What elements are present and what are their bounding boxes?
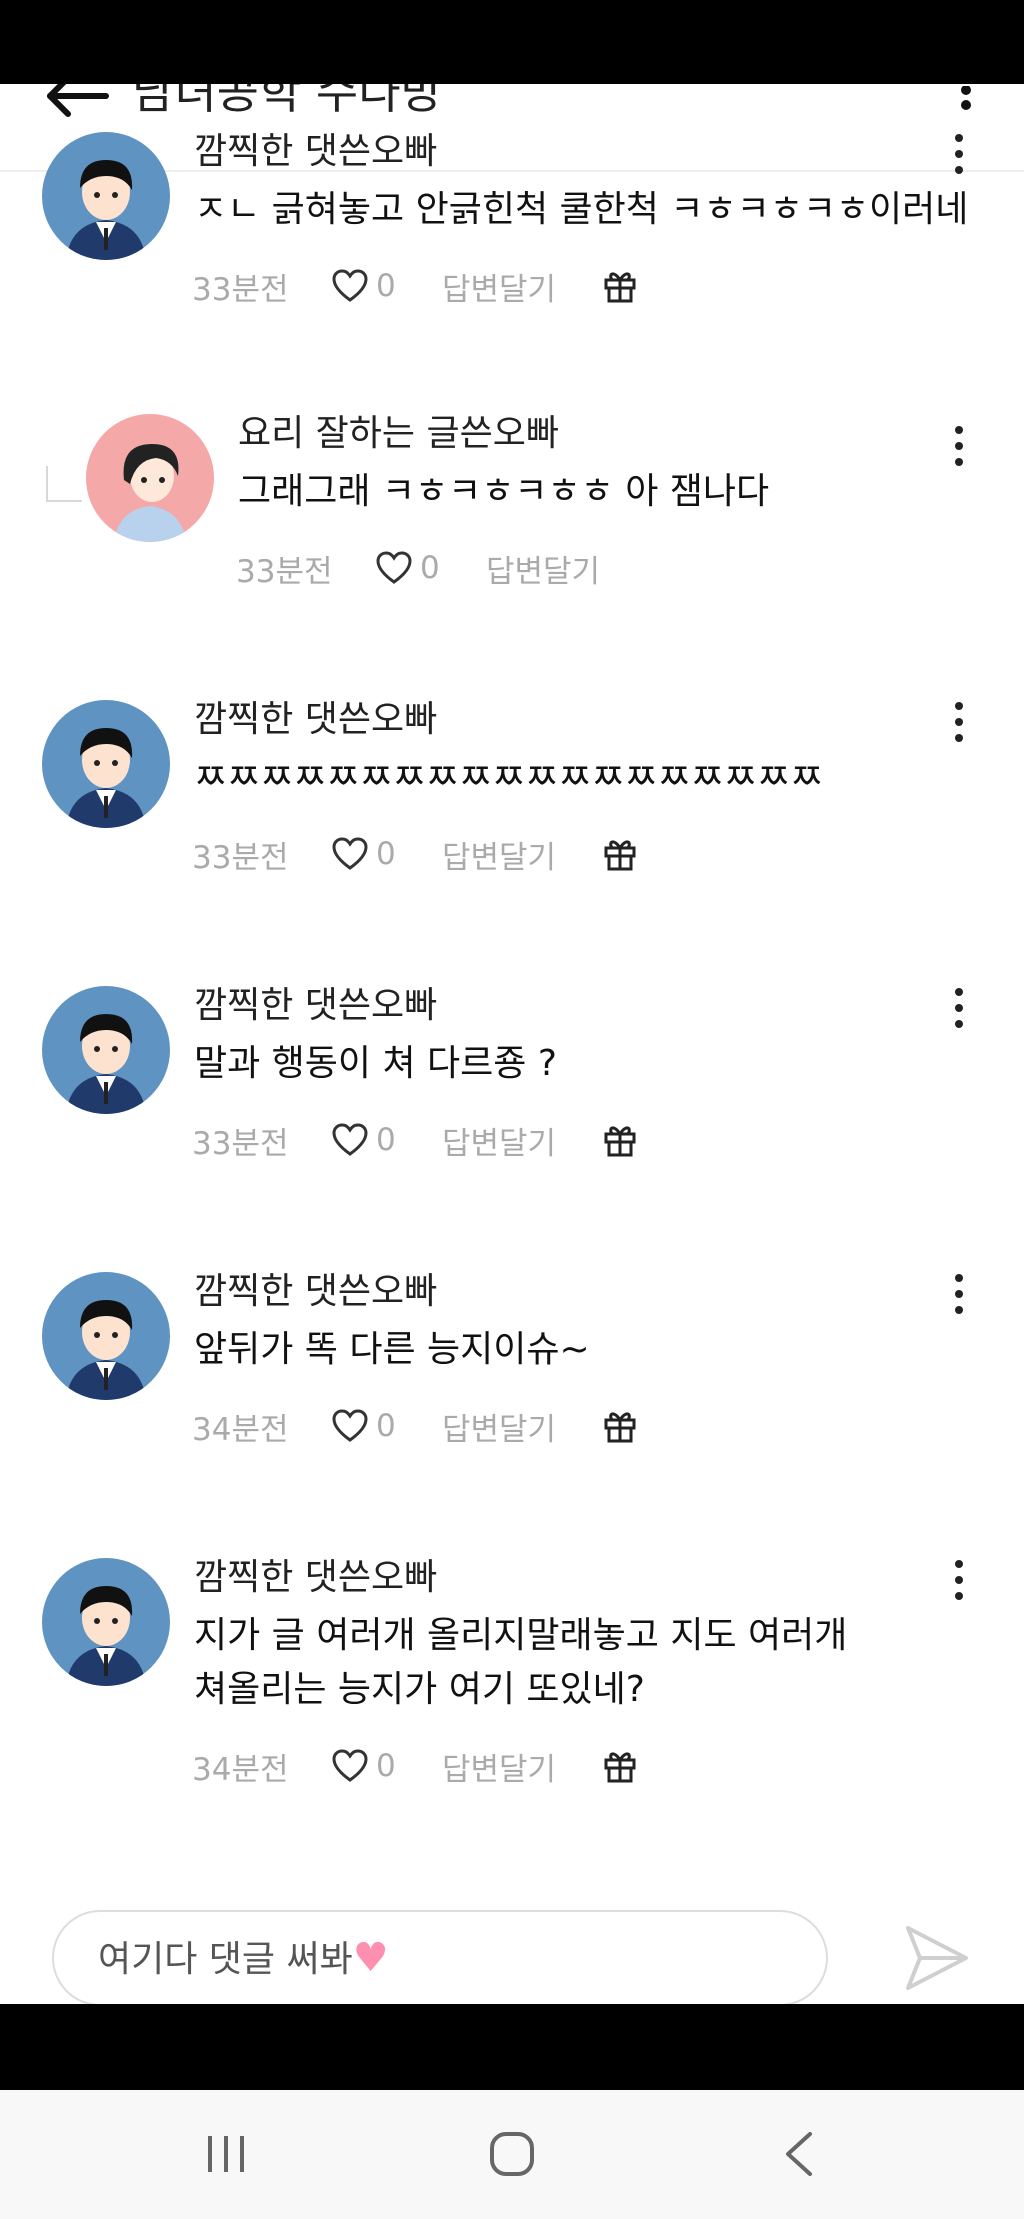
comment-text: ㅉㅉㅉㅉㅉㅉㅉㅉㅉㅉㅉㅉㅉㅉㅉㅉㅉㅉㅉ [194, 757, 824, 798]
avatar[interactable] [42, 700, 170, 828]
recent-apps-icon[interactable] [194, 2122, 258, 2186]
avatar[interactable] [42, 1272, 170, 1400]
system-nav-bar [0, 2090, 1024, 2219]
comment-time: 34분전 [192, 1411, 289, 1448]
avatar[interactable] [86, 414, 214, 542]
avatar[interactable] [42, 986, 170, 1114]
comment-input[interactable]: 여기다 댓글 써봐♥ [52, 1910, 828, 2006]
back-icon[interactable] [768, 2122, 832, 2186]
home-icon[interactable] [480, 2122, 544, 2186]
comment-text: 지가 글 여러개 올리지말래놓고 지도 여러개 [194, 1615, 848, 1656]
comment-time: 33분전 [192, 271, 289, 308]
comment-meta: 34분전 0 답변달기 [192, 1404, 638, 1448]
comment-text: 그래그래 ㅋㅎㅋㅎㅋㅎㅎ 아 잼나다 [238, 471, 770, 512]
heart-icon [332, 1123, 376, 1157]
comment-more-icon[interactable] [944, 698, 974, 746]
comment-more-icon[interactable] [944, 984, 974, 1032]
gift-icon[interactable] [602, 836, 638, 872]
comment-meta: 34분전 0 답변달기 [192, 1744, 638, 1788]
reply-button[interactable]: 답변달기 [442, 1744, 602, 1789]
heart-icon [332, 269, 376, 303]
like-button[interactable]: 0 [332, 1748, 442, 1784]
avatar[interactable] [42, 132, 170, 260]
avatar[interactable] [42, 1558, 170, 1686]
comment-author: 요리 잘하는 글쓴오빠 [238, 413, 559, 454]
comment-author: 깜찍한 댓쓴오빠 [194, 131, 438, 172]
comment-author: 깜찍한 댓쓴오빠 [194, 1557, 438, 1598]
comment-text: 앞뒤가 똑 다른 능지이슈~ [194, 1329, 590, 1370]
gift-icon[interactable] [602, 268, 638, 304]
comment-more-icon[interactable] [944, 1270, 974, 1318]
comment-time: 33분전 [192, 1125, 289, 1162]
top-black-bar [0, 0, 1024, 84]
like-button[interactable]: 0 [332, 268, 442, 304]
comment-time: 33분전 [192, 839, 289, 876]
gift-icon[interactable] [602, 1122, 638, 1158]
comment-meta: 33분전 0 답변달기 [192, 1118, 638, 1162]
comment-text: 쳐올리는 능지가 여기 또있네? [194, 1669, 645, 1710]
like-button[interactable]: 0 [332, 836, 442, 872]
reply-indicator-icon [46, 466, 82, 502]
like-count: 0 [376, 1122, 396, 1158]
arrow-left-icon[interactable] [44, 84, 114, 138]
like-button[interactable]: 0 [332, 1408, 442, 1444]
vertical-ellipsis-icon[interactable] [948, 85, 984, 136]
comment-meta: 33분전 0 답변달기 [192, 832, 638, 876]
comment-item: 깜찍한 댓쓴오빠말과 행동이 쳐 다르죵 ? 33분전 0 답변달기 [0, 985, 1024, 1264]
comment-time: 34분전 [192, 1751, 289, 1788]
comment-item: 깜찍한 댓쓴오빠 ㅈㄴ 긁혀놓고 안긁힌척 쿨한척 ㅋㅎㅋㅎㅋㅎ이러네 33분전 0 답… [0, 131, 1024, 410]
heart-icon [332, 1409, 376, 1443]
reply-button[interactable]: 답변달기 [442, 1404, 602, 1449]
comment-author: 깜찍한 댓쓴오빠 [194, 699, 438, 740]
comment-item: 깜찍한 댓쓴오빠 ㅉㅉㅉㅉㅉㅉㅉㅉㅉㅉㅉㅉㅉㅉㅉㅉㅉㅉㅉ 33분전 0 답변달기 [0, 699, 1024, 978]
comment-meta: 33분전 0 답변달기 [236, 546, 646, 590]
comment-more-icon[interactable] [944, 1556, 974, 1604]
comment-more-icon[interactable] [944, 422, 974, 470]
like-button[interactable]: 0 [376, 550, 486, 586]
reply-button[interactable]: 답변달기 [442, 1118, 602, 1163]
page-title: 남녀공학 수다방 [132, 84, 443, 119]
like-count: 0 [376, 1408, 396, 1444]
heart-emoji-icon: ♥ [352, 1935, 389, 1981]
reply-button[interactable]: 답변달기 [486, 546, 646, 591]
like-button[interactable]: 0 [332, 1122, 442, 1158]
comment-text: 말과 행동이 쳐 다르죵 ? [194, 1043, 557, 1084]
comment-item: 깜찍한 댓쓴오빠앞뒤가 똑 다른 능지이슈~ 34분전 0 답변달기 [0, 1271, 1024, 1550]
reply-button[interactable]: 답변달기 [442, 264, 602, 309]
comment-text: ㅈㄴ 긁혀놓고 안긁힌척 쿨한척 ㅋㅎㅋㅎㅋㅎ이러네 [194, 189, 969, 230]
comment-item: 깜찍한 댓쓴오빠지가 글 여러개 올리지말래놓고 지도 여러개쳐올리는 능지가 … [0, 1557, 1024, 1836]
gift-icon[interactable] [602, 1748, 638, 1784]
like-count: 0 [376, 1748, 396, 1784]
comment-more-icon[interactable] [944, 130, 974, 178]
like-count: 0 [376, 836, 396, 872]
like-count: 0 [376, 268, 396, 304]
bottom-black-bar [0, 2004, 1024, 2090]
comment-time: 33분전 [236, 553, 333, 590]
comment-author: 깜찍한 댓쓴오빠 [194, 1271, 438, 1312]
reply-comment: 요리 잘하는 글쓴오빠그래그래 ㅋㅎㅋㅎㅋㅎㅎ 아 잼나다 33분전 0 답변달기 [0, 413, 1024, 692]
heart-icon [332, 837, 376, 871]
reply-button[interactable]: 답변달기 [442, 832, 602, 877]
comment-meta: 33분전 0 답변달기 [192, 264, 638, 308]
send-icon[interactable] [900, 1922, 972, 1994]
heart-icon [376, 551, 420, 585]
comment-input-placeholder: 여기다 댓글 써봐♥ [98, 1912, 389, 2006]
placeholder-text: 여기다 댓글 써봐 [98, 1939, 353, 1980]
comment-author: 깜찍한 댓쓴오빠 [194, 985, 438, 1026]
like-count: 0 [420, 550, 440, 586]
gift-icon[interactable] [602, 1408, 638, 1444]
heart-icon [332, 1749, 376, 1783]
